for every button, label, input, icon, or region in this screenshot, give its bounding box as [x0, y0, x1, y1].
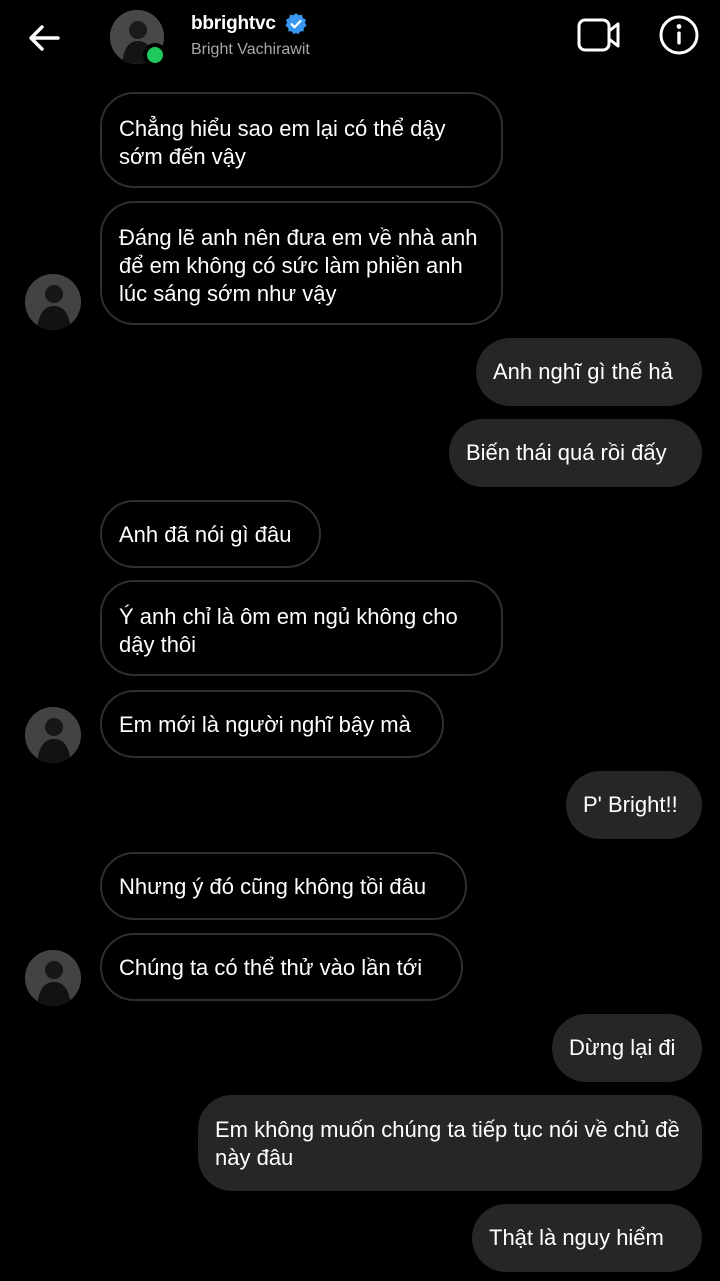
message-text: Chúng ta có thể thử vào lần tới	[119, 955, 423, 980]
message-bubble-incoming[interactable]: Đáng lẽ anh nên đưa em về nhà anh để em …	[100, 201, 503, 325]
back-arrow-icon	[29, 25, 60, 51]
message-text: P' Bright!!	[583, 792, 678, 817]
sender-avatar[interactable]	[25, 707, 81, 763]
verified-badge-icon	[285, 13, 307, 35]
message-bubble-incoming[interactable]: Em mới là người nghĩ bậy mà	[100, 690, 444, 758]
info-button[interactable]	[657, 13, 701, 57]
message-text: Dừng lại đi	[569, 1035, 676, 1060]
message-bubble-outgoing[interactable]: Em không muốn chúng ta tiếp tục nói về c…	[198, 1095, 702, 1191]
message-text: Anh đã nói gì đâu	[119, 522, 292, 547]
message-bubble-incoming[interactable]: Chúng ta có thể thử vào lần tới	[100, 933, 463, 1001]
message-bubble-incoming[interactable]: Ý anh chỉ là ôm em ngủ không cho dậy thô…	[100, 580, 503, 676]
message-bubble-outgoing[interactable]: P' Bright!!	[566, 771, 702, 839]
message-text: Nhưng ý đó cũng không tồi đâu	[119, 874, 427, 899]
sender-avatar[interactable]	[25, 274, 81, 330]
message-text: Em mới là người nghĩ bậy mà	[119, 712, 411, 737]
message-bubble-outgoing[interactable]: Dừng lại đi	[552, 1014, 702, 1082]
message-bubble-incoming[interactable]: Nhưng ý đó cũng không tồi đâu	[100, 852, 467, 920]
back-button[interactable]	[22, 18, 66, 58]
message-text: Anh nghĩ gì thế hả	[493, 359, 673, 384]
message-text: Chẳng hiểu sao em lại có thể dậy sớm đến…	[119, 116, 446, 169]
message-bubble-incoming[interactable]: Anh đã nói gì đâu	[100, 500, 321, 568]
message-text: Em không muốn chúng ta tiếp tục nói về c…	[215, 1117, 680, 1170]
header-full-name: Bright Vachirawit	[191, 41, 310, 58]
message-text: Ý anh chỉ là ôm em ngủ không cho dậy thô…	[119, 604, 458, 657]
video-call-icon	[577, 18, 620, 52]
message-bubble-incoming[interactable]: Chẳng hiểu sao em lại có thể dậy sớm đến…	[100, 92, 503, 188]
message-text: Biến thái quá rồi đấy	[466, 440, 667, 465]
message-bubble-outgoing[interactable]: Thật là nguy hiểm	[472, 1204, 702, 1272]
message-text: Thật là nguy hiểm	[489, 1225, 664, 1250]
video-call-button[interactable]	[576, 14, 622, 56]
sender-avatar[interactable]	[25, 950, 81, 1006]
message-bubble-outgoing[interactable]: Biến thái quá rồi đấy	[449, 419, 702, 487]
info-icon	[659, 15, 699, 55]
chat-header: bbrightvc Bright Vachirawit	[0, 0, 720, 80]
message-bubble-outgoing[interactable]: Anh nghĩ gì thế hả	[476, 338, 702, 406]
header-username[interactable]: bbrightvc	[191, 13, 276, 35]
message-text: Đáng lẽ anh nên đưa em về nhà anh để em …	[119, 225, 478, 306]
online-status-dot	[143, 43, 167, 67]
